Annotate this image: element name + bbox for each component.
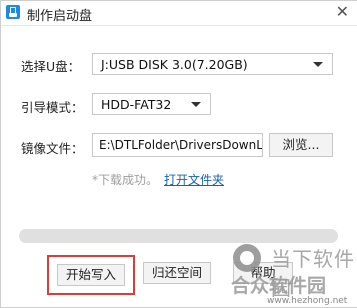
usb-drive-value: J:USB DISK 3.0(7.20GB)	[101, 57, 248, 72]
boot-mode-value: HDD-FAT32	[101, 97, 172, 112]
image-file-label: 镜像文件：	[21, 141, 84, 156]
usb-drive-icon	[6, 5, 20, 19]
browse-button[interactable]: 浏览...	[269, 133, 333, 157]
boot-mode-select[interactable]: HDD-FAT32	[92, 93, 211, 115]
title-bar: 制作启动盘 ✕	[1, 1, 357, 26]
status-hint: *下载成功。 打开文件夹	[92, 171, 224, 188]
chevron-down-icon	[191, 102, 201, 107]
boot-mode-label: 引导模式：	[21, 100, 84, 115]
watermark-url: www.hezhong.net	[267, 296, 348, 306]
watermark-main-text: 合众软件园	[231, 275, 327, 297]
start-button-highlight: 开始写入	[47, 255, 135, 295]
image-path-field[interactable]: E:\DTLFolder\DriversDownLc	[92, 133, 263, 157]
close-icon[interactable]: ✕	[336, 2, 349, 21]
open-folder-link[interactable]: 打开文件夹	[164, 173, 224, 187]
watermark: 当下软件园 合众软件园 www.hezhong.net	[201, 241, 357, 308]
watermark-logo-icon	[233, 244, 261, 272]
usb-select-label: 选择U盘：	[21, 59, 81, 74]
chevron-down-icon	[313, 62, 323, 67]
start-write-button[interactable]: 开始写入	[57, 264, 125, 286]
make-boot-disk-window: 制作启动盘 ✕ 选择U盘： J:USB DISK 3.0(7.20GB) 引导模…	[0, 0, 357, 308]
window-title: 制作启动盘	[27, 9, 93, 24]
image-path-value: E:\DTLFolder\DriversDownLc	[99, 138, 263, 152]
usb-drive-select[interactable]: J:USB DISK 3.0(7.20GB)	[92, 53, 333, 75]
download-status-text: *下载成功。	[92, 173, 159, 187]
